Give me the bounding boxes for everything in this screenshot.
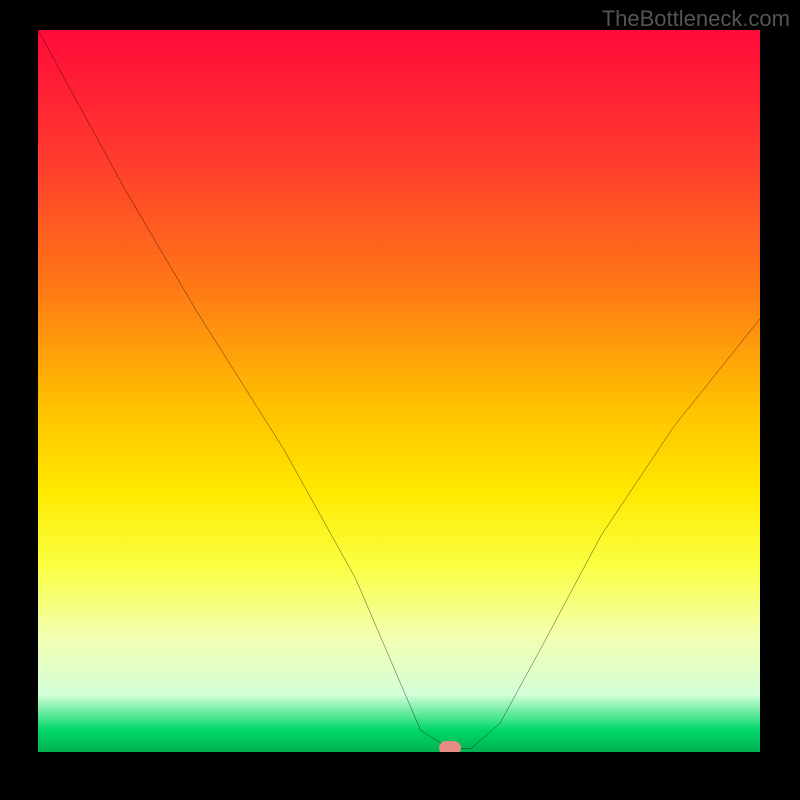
optimum-marker [439,741,461,752]
watermark-text: TheBottleneck.com [602,6,790,32]
chart-frame [38,30,760,752]
bottleneck-curve [38,30,760,752]
chart-plot-area [38,30,760,752]
